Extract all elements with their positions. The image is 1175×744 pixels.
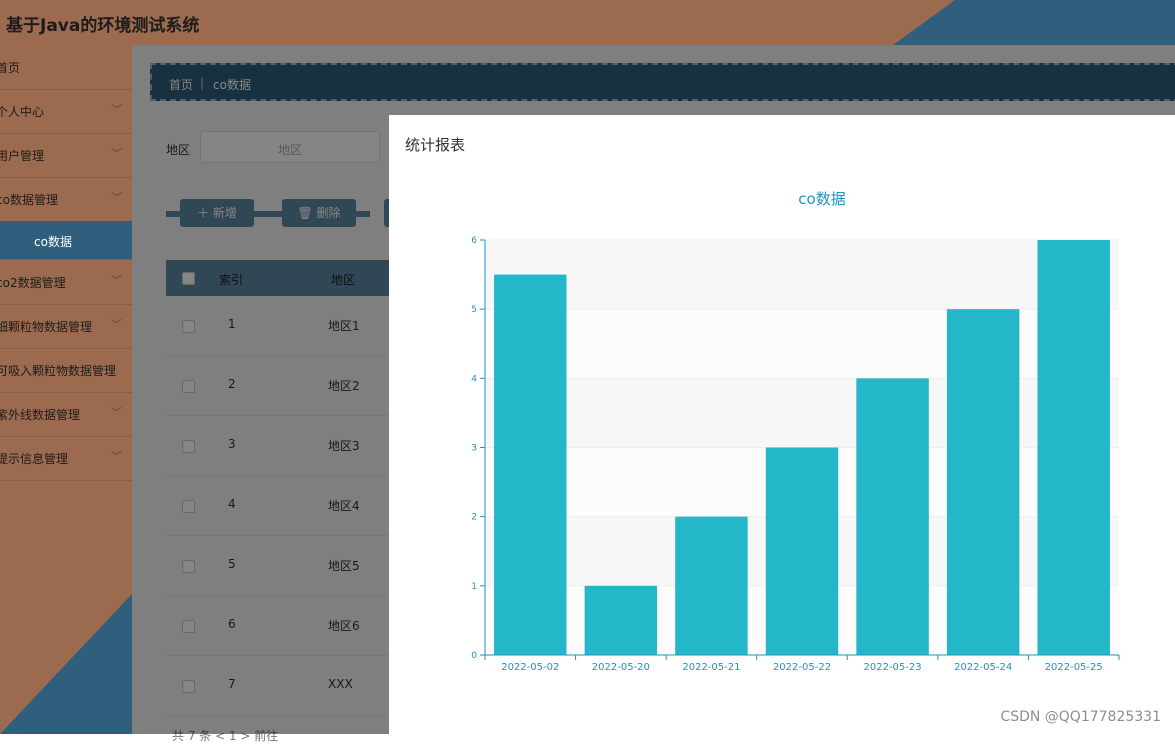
sidebar-item-label: 用户管理 bbox=[0, 149, 45, 163]
x-tick-label: 2022-05-02 bbox=[501, 662, 559, 673]
sidebar-item-label: 细颗粒物数据管理 bbox=[0, 320, 93, 334]
chevron-down-icon: ﹀ bbox=[111, 406, 122, 419]
y-tick-label: 0 bbox=[471, 651, 477, 661]
sidebar-item-label: 紫外线数据管理 bbox=[0, 408, 81, 422]
bar-chart: co数据 0 1 2 3 4 5 6 2022-05-02 2022-05-20 2022-05-2… bbox=[471, 190, 1120, 673]
bar-2022-05-23 bbox=[856, 378, 929, 655]
y-tick-label: 5 bbox=[471, 305, 477, 315]
y-tick-label: 2 bbox=[471, 513, 477, 523]
x-tick-label: 2022-05-20 bbox=[592, 662, 650, 673]
chart-title: co数据 bbox=[798, 190, 845, 208]
sidebar-item-label: 可吸入颗粒物数据管理 bbox=[0, 364, 117, 378]
chevron-down-icon: ﹀ bbox=[111, 450, 122, 463]
sidebar-item-co-management[interactable]: co数据管理 ﹀ bbox=[0, 177, 132, 222]
report-dialog: 统计报表 co数据 0 1 2 3 4 5 6 2022-05-02 2022-05-20 2022… bbox=[389, 115, 1175, 734]
sidebar-item-uv-management[interactable]: 紫外线数据管理 ﹀ bbox=[0, 392, 132, 437]
sidebar-item-label: co2数据管理 bbox=[0, 276, 66, 290]
x-tick-label: 2022-05-25 bbox=[1045, 662, 1103, 673]
x-tick-label: 2022-05-24 bbox=[954, 662, 1012, 673]
sidebar-subitem-co-data[interactable]: co数据 bbox=[0, 221, 132, 260]
sidebar-item-pm10-management[interactable]: 可吸入颗粒物数据管理 bbox=[0, 348, 132, 393]
chevron-down-icon: ﹀ bbox=[111, 191, 122, 204]
bar-2022-05-21 bbox=[675, 516, 748, 655]
sidebar-item-home[interactable]: 首页 bbox=[0, 45, 132, 90]
watermark: CSDN @QQ177825331 bbox=[1000, 709, 1161, 725]
x-tick-label: 2022-05-22 bbox=[773, 662, 831, 673]
sidebar: 首页 个人中心 ﹀ 用户管理 ﹀ co数据管理 ﹀ co数据 co2数据管理 ﹀… bbox=[0, 45, 132, 734]
sidebar-item-pm25-management[interactable]: 细颗粒物数据管理 ﹀ bbox=[0, 304, 132, 349]
sidebar-item-notices[interactable]: 提示信息管理 ﹀ bbox=[0, 436, 132, 481]
app-header: 基于Java的环境测试系统 bbox=[0, 0, 1175, 45]
bar-2022-05-24 bbox=[946, 309, 1020, 655]
bar-2022-05-25 bbox=[1037, 240, 1110, 655]
x-tick-label: 2022-05-21 bbox=[682, 662, 740, 673]
sidebar-decoration bbox=[0, 594, 132, 734]
grid-band bbox=[485, 240, 1119, 310]
app-title: 基于Java的环境测试系统 bbox=[6, 16, 200, 36]
sidebar-item-co2-management[interactable]: co2数据管理 ﹀ bbox=[0, 260, 132, 305]
chevron-down-icon: ﹀ bbox=[111, 274, 122, 287]
chevron-down-icon: ﹀ bbox=[111, 147, 122, 160]
chevron-down-icon: ﹀ bbox=[111, 103, 122, 116]
sidebar-item-label: 个人中心 bbox=[0, 105, 45, 119]
sidebar-item-label: 首页 bbox=[0, 61, 21, 75]
y-tick-label: 3 bbox=[471, 444, 477, 454]
y-tick-label: 1 bbox=[471, 582, 477, 592]
y-tick-label: 4 bbox=[471, 374, 477, 384]
grid-band bbox=[485, 309, 1119, 379]
chevron-down-icon: ﹀ bbox=[111, 318, 122, 331]
x-tick-label: 2022-05-23 bbox=[864, 662, 922, 673]
sidebar-item-label: co数据 bbox=[34, 235, 72, 249]
sidebar-item-users[interactable]: 用户管理 ﹀ bbox=[0, 133, 132, 178]
grid-band bbox=[485, 378, 1119, 448]
sidebar-item-profile[interactable]: 个人中心 ﹀ bbox=[0, 89, 132, 134]
y-tick-label: 6 bbox=[471, 236, 477, 246]
bar-2022-05-22 bbox=[765, 447, 839, 655]
bar-2022-05-02 bbox=[494, 274, 567, 655]
sidebar-item-label: 提示信息管理 bbox=[0, 452, 69, 466]
sidebar-item-label: co数据管理 bbox=[0, 193, 58, 207]
bar-2022-05-20 bbox=[584, 585, 658, 655]
